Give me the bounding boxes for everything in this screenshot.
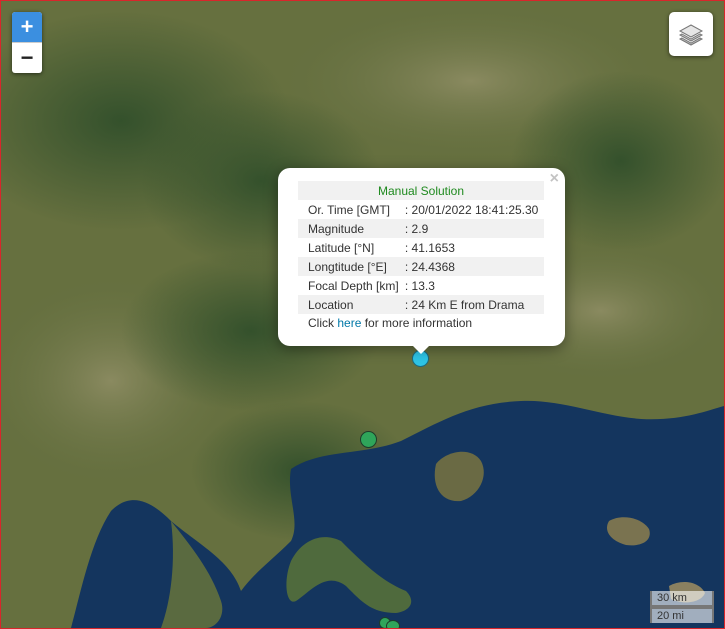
map-canvas[interactable]: + − × Manual Solution Or. Time [GMT] : 2… [0,0,725,629]
detail-label: Focal Depth [km] [308,278,399,293]
earthquake-marker[interactable] [386,620,400,628]
detail-row: Or. Time [GMT] : 20/01/2022 18:41:25.30 [298,200,544,219]
detail-row: Focal Depth [km] : 13.3 [298,276,544,295]
detail-label: Magnitude [298,219,403,238]
more-info-suffix: for more information [361,316,473,330]
detail-value: : 13.3 [404,278,435,293]
detail-value: : 24 Km E from Drama [402,295,544,314]
detail-label: Or. Time [GMT] [308,202,391,217]
detail-value: : 24.4368 [402,257,544,276]
earthquake-details-table: Manual Solution Or. Time [GMT] : 20/01/2… [298,181,544,314]
more-info-text: Click here for more information [308,316,472,330]
detail-value: : 20/01/2022 18:41:25.30 [404,202,539,217]
detail-row: Longtitude [°E] : 24.4368 [298,257,544,276]
scale-km: 30 km [650,591,714,607]
detail-label: Longtitude [°E] [298,257,403,276]
earthquake-popup: × Manual Solution Or. Time [GMT] : 20/01… [278,168,565,346]
zoom-control: + − [12,12,42,73]
scale-bar: 30 km 20 mi [650,591,714,623]
earthquake-marker[interactable] [360,431,377,448]
detail-label: Latitude [°N] [308,240,375,255]
layers-icon [678,24,704,46]
more-info-prefix: Click [308,316,338,330]
popup-close-button[interactable]: × [550,170,559,188]
popup-tip [411,344,431,354]
detail-row: Latitude [°N] : 41.1653 [298,238,544,257]
more-info-link[interactable]: here [337,316,361,330]
detail-label: Location [298,295,403,314]
detail-row: Location : 24 Km E from Drama [298,295,544,314]
zoom-in-button[interactable]: + [12,12,42,43]
detail-row: Magnitude : 2.9 [298,219,544,238]
detail-value: : 2.9 [402,219,544,238]
popup-title: Manual Solution [298,181,544,200]
zoom-out-button[interactable]: − [12,43,42,73]
scale-mi: 20 mi [650,607,714,623]
detail-value: : 41.1653 [404,240,455,255]
layers-button[interactable] [669,12,713,56]
